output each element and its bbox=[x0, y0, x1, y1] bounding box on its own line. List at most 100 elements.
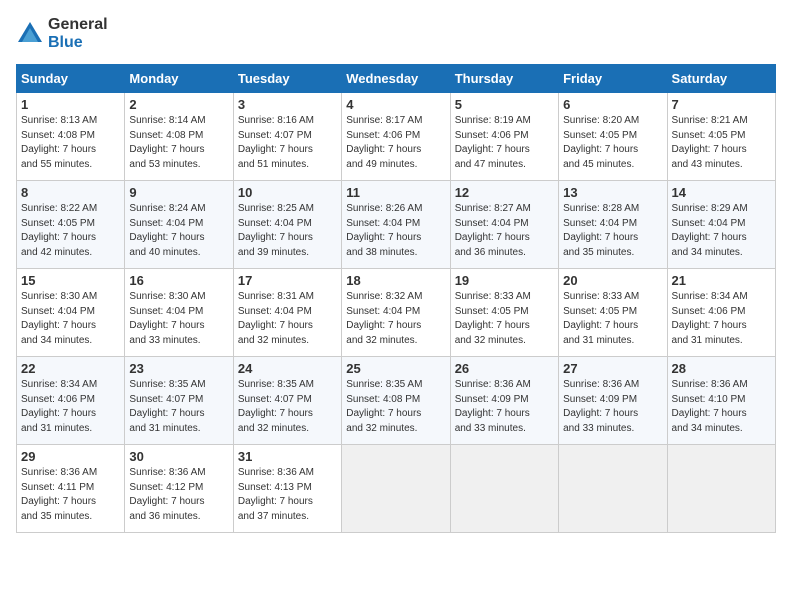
day-number: 9 bbox=[129, 185, 228, 200]
day-info: Sunrise: 8:13 AM Sunset: 4:08 PM Dayligh… bbox=[21, 114, 120, 172]
day-number: 11 bbox=[346, 185, 445, 200]
day-info: Sunrise: 8:16 AM Sunset: 4:07 PM Dayligh… bbox=[238, 114, 337, 172]
day-number: 3 bbox=[238, 97, 337, 112]
calendar-cell: 16 Sunrise: 8:30 AM Sunset: 4:04 PM Dayli… bbox=[125, 269, 233, 357]
day-number: 16 bbox=[129, 273, 228, 288]
day-number: 1 bbox=[21, 97, 120, 112]
day-info: Sunrise: 8:33 AM Sunset: 4:05 PM Dayligh… bbox=[455, 290, 554, 348]
day-number: 7 bbox=[672, 97, 771, 112]
day-number: 15 bbox=[21, 273, 120, 288]
day-info: Sunrise: 8:17 AM Sunset: 4:06 PM Dayligh… bbox=[346, 114, 445, 172]
day-info: Sunrise: 8:14 AM Sunset: 4:08 PM Dayligh… bbox=[129, 114, 228, 172]
calendar-week-row: 22 Sunrise: 8:34 AM Sunset: 4:06 PM Dayli… bbox=[17, 357, 776, 445]
page-header: General Blue bbox=[16, 16, 776, 52]
day-number: 10 bbox=[238, 185, 337, 200]
day-info: Sunrise: 8:36 AM Sunset: 4:09 PM Dayligh… bbox=[455, 378, 554, 436]
calendar-cell: 23Sunrise: 8:35 AM Sunset: 4:07 PM Dayli… bbox=[125, 357, 233, 445]
day-info: Sunrise: 8:33 AM Sunset: 4:05 PM Dayligh… bbox=[563, 290, 662, 348]
calendar-cell: 21Sunrise: 8:34 AM Sunset: 4:06 PM Dayli… bbox=[667, 269, 775, 357]
calendar-cell bbox=[667, 445, 775, 533]
day-number: 19 bbox=[455, 273, 554, 288]
calendar-week-row: 29 Sunrise: 8:36 AM Sunset: 4:11 PM Dayli… bbox=[17, 445, 776, 533]
logo-icon bbox=[16, 20, 44, 48]
day-number: 8 bbox=[21, 185, 120, 200]
day-number: 28 bbox=[672, 361, 771, 376]
calendar-cell: 12 Sunrise: 8:27 AM Sunset: 4:04 PM Dayli… bbox=[450, 181, 558, 269]
calendar-cell: 3 Sunrise: 8:16 AM Sunset: 4:07 PM Daylig… bbox=[233, 93, 341, 181]
weekday-header-monday: Monday bbox=[125, 65, 233, 93]
logo: General Blue bbox=[16, 16, 108, 52]
weekday-header-thursday: Thursday bbox=[450, 65, 558, 93]
day-number: 14 bbox=[672, 185, 771, 200]
day-info: Sunrise: 8:35 AM Sunset: 4:07 PM Dayligh… bbox=[238, 378, 337, 436]
calendar-cell: 22 Sunrise: 8:34 AM Sunset: 4:06 PM Dayli… bbox=[17, 357, 125, 445]
calendar-cell bbox=[450, 445, 558, 533]
day-number: 17 bbox=[238, 273, 337, 288]
calendar-table: SundayMondayTuesdayWednesdayThursdayFrid… bbox=[16, 64, 776, 533]
calendar-cell: 30 Sunrise: 8:36 AM Sunset: 4:12 PM Dayli… bbox=[125, 445, 233, 533]
calendar-cell: 2Sunrise: 8:14 AM Sunset: 4:08 PM Daylig… bbox=[125, 93, 233, 181]
day-number: 18 bbox=[346, 273, 445, 288]
day-number: 25 bbox=[346, 361, 445, 376]
weekday-header-saturday: Saturday bbox=[667, 65, 775, 93]
calendar-cell: 1 Sunrise: 8:13 AM Sunset: 4:08 PM Daylig… bbox=[17, 93, 125, 181]
calendar-cell: 27 Sunrise: 8:36 AM Sunset: 4:09 PM Dayli… bbox=[559, 357, 667, 445]
day-info: Sunrise: 8:24 AM Sunset: 4:04 PM Dayligh… bbox=[129, 202, 228, 260]
calendar-week-row: 8Sunrise: 8:22 AM Sunset: 4:05 PM Daylig… bbox=[17, 181, 776, 269]
day-info: Sunrise: 8:30 AM Sunset: 4:04 PM Dayligh… bbox=[21, 290, 120, 348]
day-number: 24 bbox=[238, 361, 337, 376]
day-info: Sunrise: 8:21 AM Sunset: 4:05 PM Dayligh… bbox=[672, 114, 771, 172]
calendar-week-row: 1 Sunrise: 8:13 AM Sunset: 4:08 PM Daylig… bbox=[17, 93, 776, 181]
weekday-header-tuesday: Tuesday bbox=[233, 65, 341, 93]
day-info: Sunrise: 8:34 AM Sunset: 4:06 PM Dayligh… bbox=[21, 378, 120, 436]
day-info: Sunrise: 8:26 AM Sunset: 4:04 PM Dayligh… bbox=[346, 202, 445, 260]
calendar-cell: 24 Sunrise: 8:35 AM Sunset: 4:07 PM Dayli… bbox=[233, 357, 341, 445]
calendar-cell bbox=[559, 445, 667, 533]
day-info: Sunrise: 8:36 AM Sunset: 4:13 PM Dayligh… bbox=[238, 466, 337, 524]
day-number: 26 bbox=[455, 361, 554, 376]
day-info: Sunrise: 8:35 AM Sunset: 4:07 PM Dayligh… bbox=[129, 378, 228, 436]
day-info: Sunrise: 8:31 AM Sunset: 4:04 PM Dayligh… bbox=[238, 290, 337, 348]
day-info: Sunrise: 8:29 AM Sunset: 4:04 PM Dayligh… bbox=[672, 202, 771, 260]
calendar-cell: 19 Sunrise: 8:33 AM Sunset: 4:05 PM Dayli… bbox=[450, 269, 558, 357]
calendar-cell: 6 Sunrise: 8:20 AM Sunset: 4:05 PM Daylig… bbox=[559, 93, 667, 181]
calendar-cell: 7 Sunrise: 8:21 AM Sunset: 4:05 PM Daylig… bbox=[667, 93, 775, 181]
calendar-cell: 8Sunrise: 8:22 AM Sunset: 4:05 PM Daylig… bbox=[17, 181, 125, 269]
calendar-cell: 20 Sunrise: 8:33 AM Sunset: 4:05 PM Dayli… bbox=[559, 269, 667, 357]
day-info: Sunrise: 8:36 AM Sunset: 4:09 PM Dayligh… bbox=[563, 378, 662, 436]
day-info: Sunrise: 8:36 AM Sunset: 4:12 PM Dayligh… bbox=[129, 466, 228, 524]
weekday-header-wednesday: Wednesday bbox=[342, 65, 450, 93]
calendar-cell: 5Sunrise: 8:19 AM Sunset: 4:06 PM Daylig… bbox=[450, 93, 558, 181]
day-info: Sunrise: 8:20 AM Sunset: 4:05 PM Dayligh… bbox=[563, 114, 662, 172]
day-number: 22 bbox=[21, 361, 120, 376]
calendar-cell: 31 Sunrise: 8:36 AM Sunset: 4:13 PM Dayli… bbox=[233, 445, 341, 533]
calendar-cell: 15 Sunrise: 8:30 AM Sunset: 4:04 PM Dayli… bbox=[17, 269, 125, 357]
calendar-cell: 25Sunrise: 8:35 AM Sunset: 4:08 PM Dayli… bbox=[342, 357, 450, 445]
weekday-header-friday: Friday bbox=[559, 65, 667, 93]
calendar-cell: 4Sunrise: 8:17 AM Sunset: 4:06 PM Daylig… bbox=[342, 93, 450, 181]
calendar-cell: 13Sunrise: 8:28 AM Sunset: 4:04 PM Dayli… bbox=[559, 181, 667, 269]
calendar-cell: 10 Sunrise: 8:25 AM Sunset: 4:04 PM Dayli… bbox=[233, 181, 341, 269]
calendar-cell: 14 Sunrise: 8:29 AM Sunset: 4:04 PM Dayli… bbox=[667, 181, 775, 269]
day-info: Sunrise: 8:34 AM Sunset: 4:06 PM Dayligh… bbox=[672, 290, 771, 348]
calendar-cell: 28 Sunrise: 8:36 AM Sunset: 4:10 PM Dayli… bbox=[667, 357, 775, 445]
day-number: 20 bbox=[563, 273, 662, 288]
calendar-cell bbox=[342, 445, 450, 533]
day-number: 29 bbox=[21, 449, 120, 464]
day-info: Sunrise: 8:30 AM Sunset: 4:04 PM Dayligh… bbox=[129, 290, 228, 348]
calendar-week-row: 15 Sunrise: 8:30 AM Sunset: 4:04 PM Dayli… bbox=[17, 269, 776, 357]
day-info: Sunrise: 8:25 AM Sunset: 4:04 PM Dayligh… bbox=[238, 202, 337, 260]
day-number: 5 bbox=[455, 97, 554, 112]
day-info: Sunrise: 8:36 AM Sunset: 4:10 PM Dayligh… bbox=[672, 378, 771, 436]
calendar-cell: 11 Sunrise: 8:26 AM Sunset: 4:04 PM Dayli… bbox=[342, 181, 450, 269]
day-number: 6 bbox=[563, 97, 662, 112]
day-number: 31 bbox=[238, 449, 337, 464]
day-info: Sunrise: 8:36 AM Sunset: 4:11 PM Dayligh… bbox=[21, 466, 120, 524]
day-number: 12 bbox=[455, 185, 554, 200]
calendar-cell: 17 Sunrise: 8:31 AM Sunset: 4:04 PM Dayli… bbox=[233, 269, 341, 357]
day-info: Sunrise: 8:27 AM Sunset: 4:04 PM Dayligh… bbox=[455, 202, 554, 260]
logo-text: General Blue bbox=[48, 16, 108, 52]
calendar-cell: 26 Sunrise: 8:36 AM Sunset: 4:09 PM Dayli… bbox=[450, 357, 558, 445]
day-number: 30 bbox=[129, 449, 228, 464]
day-number: 27 bbox=[563, 361, 662, 376]
